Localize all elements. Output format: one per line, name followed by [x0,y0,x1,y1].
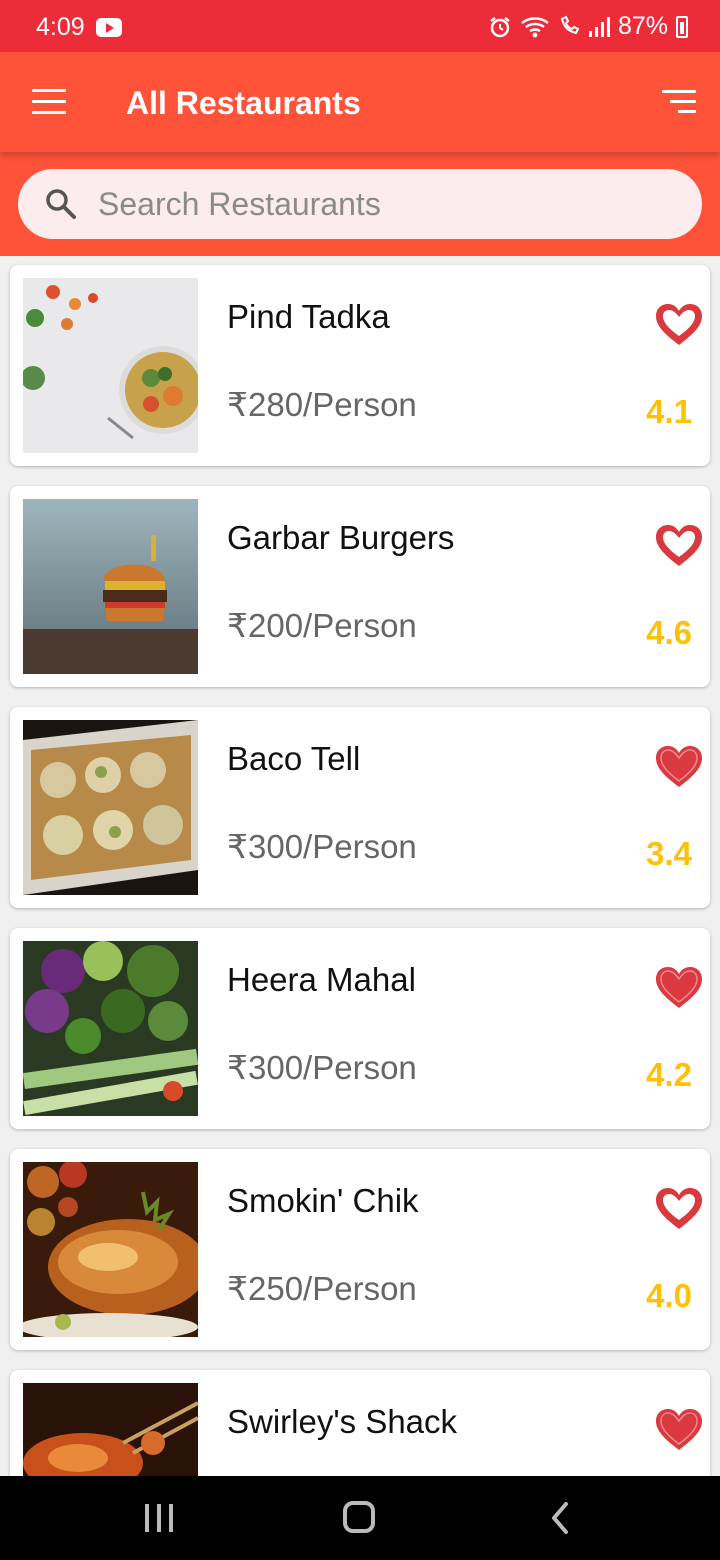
favorite-heart-outline-icon[interactable] [653,522,705,570]
alarm-icon [490,16,510,37]
sort-icon[interactable] [660,90,696,114]
favorite-heart-outline-icon[interactable] [653,301,705,349]
menu-icon[interactable] [32,89,66,115]
recents-icon[interactable] [145,1504,175,1532]
restaurant-name: Smokin' Chik [227,1182,419,1219]
restaurant-card[interactable]: Pind Tadka ₹280/Person 4.1 [10,265,710,466]
status-icons: 87% [488,12,688,41]
search-bar[interactable] [18,169,702,239]
restaurant-rating: 4.1 [646,393,692,430]
restaurant-name: Baco Tell [227,740,361,777]
restaurant-list[interactable]: Pind Tadka ₹280/Person 4.1 Garbar Burger… [0,256,720,1476]
wifi-icon [521,16,549,37]
restaurant-rating: 4.6 [646,614,692,651]
restaurant-card[interactable]: Garbar Burgers ₹200/Person 4.6 [10,486,710,687]
home-icon[interactable] [343,1501,375,1533]
favorite-heart-filled-icon[interactable] [653,1406,705,1454]
restaurant-card[interactable]: Swirley's Shack [10,1370,710,1476]
restaurant-name: Swirley's Shack [227,1403,458,1440]
restaurant-card[interactable]: Baco Tell ₹300/Person 3.4 [10,707,710,908]
status-bar: 4:09 87% [0,0,720,52]
favorite-heart-filled-icon[interactable] [653,964,705,1012]
app-bar: All Restaurants [0,52,720,152]
restaurant-price: ₹280/Person [227,386,417,423]
wifi-calling-icon [560,15,580,34]
restaurant-image [23,1383,198,1476]
restaurant-name: Heera Mahal [227,961,416,998]
restaurant-image [23,720,198,895]
back-icon[interactable] [548,1500,572,1536]
restaurant-rating: 4.0 [646,1277,692,1314]
restaurant-image [23,1162,198,1337]
restaurant-price: ₹300/Person [227,828,417,865]
favorite-heart-outline-icon[interactable] [653,1185,705,1233]
search-area [0,152,720,256]
search-icon [46,189,76,219]
restaurant-price: ₹200/Person [227,607,417,644]
restaurant-image [23,941,198,1116]
restaurant-name: Garbar Burgers [227,519,455,556]
restaurant-image [23,499,198,674]
signal-icon [588,16,610,37]
restaurant-card[interactable]: Heera Mahal ₹300/Person 4.2 [10,928,710,1129]
youtube-icon [96,18,122,37]
battery-percent: 87% [617,12,668,40]
restaurant-card[interactable]: Smokin' Chik ₹250/Person 4.0 [10,1149,710,1350]
restaurant-rating: 4.2 [646,1056,692,1093]
system-nav-bar [0,1476,720,1560]
favorite-heart-filled-icon[interactable] [653,743,705,791]
restaurant-rating: 3.4 [646,835,692,872]
battery-icon [676,15,688,38]
search-input[interactable] [98,169,658,239]
page-title: All Restaurants [126,85,361,121]
restaurant-image [23,278,198,453]
restaurant-price: ₹250/Person [227,1270,417,1307]
restaurant-name: Pind Tadka [227,298,390,335]
restaurant-price: ₹300/Person [227,1049,417,1086]
status-time: 4:09 [36,13,85,41]
